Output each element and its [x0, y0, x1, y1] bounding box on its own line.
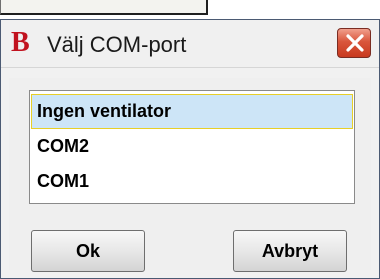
list-item-label: COM2	[37, 136, 90, 156]
title-bar[interactable]: B Välj COM-port	[1, 20, 379, 68]
com-port-list[interactable]: Ingen ventilator COM2 COM1	[29, 90, 355, 204]
list-item-com1[interactable]: COM1	[31, 164, 353, 199]
cancel-button-label: Avbryt	[261, 241, 319, 261]
list-item-label: Ingen ventilator	[37, 101, 172, 121]
background-window-edge	[0, 0, 208, 15]
list-item-com2[interactable]: COM2	[31, 129, 353, 164]
list-item-label: COM1	[37, 171, 90, 191]
ok-button-label: Ok	[75, 241, 100, 261]
app-logo: B	[11, 27, 30, 58]
dialog-content: Ingen ventilator COM2 COM1 Ok Avbryt	[9, 78, 371, 272]
close-button[interactable]	[337, 28, 371, 58]
dialog-title: Välj COM-port	[47, 32, 187, 57]
com-port-dialog: B Välj COM-port Ingen ventilator COM2 CO…	[0, 19, 380, 279]
cancel-button[interactable]: Avbryt	[233, 230, 347, 272]
ok-button[interactable]: Ok	[31, 230, 145, 272]
close-icon	[346, 34, 364, 52]
list-item-ingen-ventilator[interactable]: Ingen ventilator	[31, 94, 353, 129]
